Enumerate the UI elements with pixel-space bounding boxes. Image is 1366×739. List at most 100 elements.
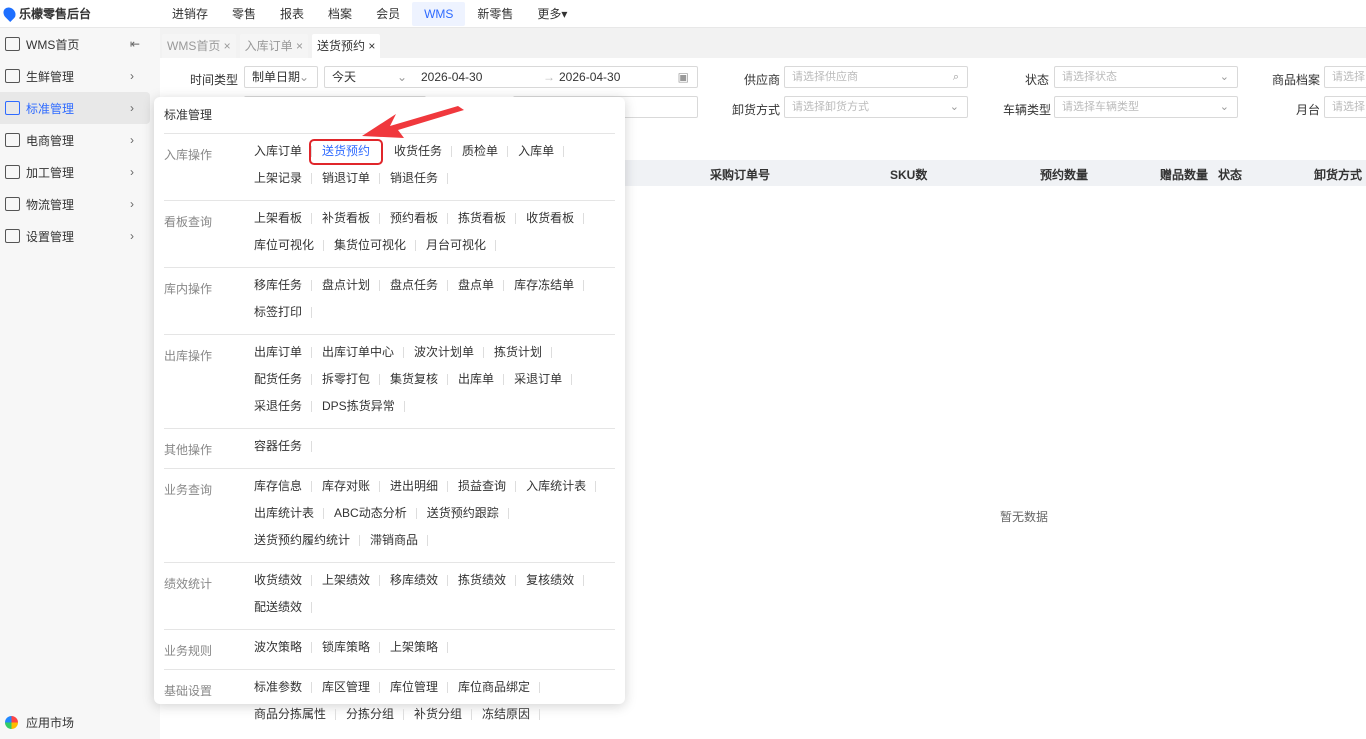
nav-item[interactable]: 更多▾: [525, 2, 579, 26]
menu-item[interactable]: 送货预约履约统计: [244, 531, 361, 558]
menu-item[interactable]: 标签打印: [244, 303, 313, 330]
menu-item[interactable]: 库存信息: [244, 477, 313, 504]
menu-item[interactable]: 月台可视化: [416, 236, 497, 263]
menu-item[interactable]: 配货任务: [244, 370, 313, 397]
menu-item[interactable]: 上架看板: [244, 209, 313, 236]
menu-item[interactable]: 采退任务: [244, 397, 313, 424]
sidebar-item-label: 设置管理: [26, 229, 75, 244]
menu-item[interactable]: 拆零打包: [312, 370, 381, 397]
menu-item[interactable]: 销退任务: [380, 169, 449, 196]
goods-input[interactable]: 请选择: [1324, 66, 1366, 88]
menu-item[interactable]: 库位商品绑定: [448, 678, 541, 705]
supplier-input[interactable]: 请选择供应商 ⌕: [784, 66, 968, 88]
menu-item[interactable]: 分拣分组: [336, 705, 405, 732]
col-sku-count[interactable]: SKU数: [890, 166, 927, 183]
menu-item[interactable]: 商品分拣属性: [244, 705, 337, 732]
page-tabs: WMS首页 × 入库订单 × 送货预约 ×: [160, 28, 1366, 58]
menu-item[interactable]: 出库订单: [244, 343, 313, 370]
menu-item[interactable]: 进出明细: [380, 477, 449, 504]
menu-item[interactable]: 库位可视化: [244, 236, 325, 263]
menu-item[interactable]: 收货任务: [384, 142, 453, 169]
sidebar-item[interactable]: 生鲜管理 ›: [0, 60, 160, 92]
menu-item[interactable]: 库存冻结单: [504, 276, 585, 303]
sidebar-item[interactable]: WMS首页 ⇤: [0, 28, 160, 60]
date-range-picker[interactable]: 今天 ⌄ 2026-04-30 → 2026-04-30 ▣: [324, 66, 698, 88]
status-select[interactable]: 请选择状态 ⌄: [1054, 66, 1238, 88]
chevron-down-icon: ⌄: [298, 70, 309, 84]
menu-item[interactable]: 补货分组: [404, 705, 473, 732]
menu-item[interactable]: 出库订单中心: [312, 343, 405, 370]
menu-item[interactable]: 补货看板: [312, 209, 381, 236]
menu-item[interactable]: 波次策略: [244, 638, 313, 665]
menu-item[interactable]: 滞销商品: [360, 531, 429, 558]
menu-item[interactable]: 配送绩效: [244, 598, 313, 625]
menu-item[interactable]: 送货预约: [309, 139, 384, 165]
menu-item[interactable]: DPS拣货异常: [312, 397, 405, 424]
menu-item[interactable]: 出库统计表: [244, 504, 325, 531]
page-tab[interactable]: 入库订单 ×: [239, 34, 309, 58]
sidebar-item[interactable]: 标准管理 ›: [0, 92, 150, 124]
unload-select[interactable]: 请选择卸货方式 ⌄: [784, 96, 968, 118]
collapse-icon[interactable]: ⇤: [130, 37, 140, 51]
menu-item[interactable]: 库存对账: [312, 477, 381, 504]
menu-item[interactable]: 拣货绩效: [448, 571, 517, 598]
menu-item[interactable]: 盘点任务: [380, 276, 449, 303]
menu-item[interactable]: 出库单: [448, 370, 505, 397]
menu-item[interactable]: 销退订单: [312, 169, 381, 196]
menu-item[interactable]: 损益查询: [448, 477, 517, 504]
menu-item[interactable]: 质检单: [452, 142, 509, 169]
menu-item[interactable]: 上架绩效: [312, 571, 381, 598]
vehicle-select[interactable]: 请选择车辆类型 ⌄: [1054, 96, 1238, 118]
sidebar-item-label: 加工管理: [26, 165, 75, 180]
app-market[interactable]: 应用市场: [5, 714, 74, 731]
menu-item[interactable]: 上架策略: [380, 638, 449, 665]
menu-item[interactable]: 入库统计表: [516, 477, 597, 504]
menu-item[interactable]: 入库订单: [244, 142, 313, 169]
page-tab[interactable]: WMS首页 ×: [162, 34, 236, 58]
menu-item[interactable]: 集货复核: [380, 370, 449, 397]
menu-item[interactable]: 库位管理: [380, 678, 449, 705]
nav-item[interactable]: 会员: [364, 2, 412, 26]
sidebar-item[interactable]: 物流管理 ›: [0, 188, 160, 220]
chevron-right-icon: ›: [130, 165, 134, 179]
menu-item[interactable]: 送货预约跟踪: [417, 504, 509, 531]
sidebar-item[interactable]: 电商管理 ›: [0, 124, 160, 156]
menu-item[interactable]: 预约看板: [380, 209, 449, 236]
nav-item[interactable]: 零售: [220, 2, 268, 26]
menu-item[interactable]: 容器任务: [244, 437, 313, 464]
col-gift-qty[interactable]: 赠品数量: [1160, 166, 1208, 183]
col-po-number[interactable]: 采购订单号: [710, 166, 770, 183]
menu-item[interactable]: 上架记录: [244, 169, 313, 196]
dock-select[interactable]: 请选择: [1324, 96, 1366, 118]
nav-item[interactable]: 报表: [268, 2, 316, 26]
menu-item[interactable]: 收货绩效: [244, 571, 313, 598]
menu-item[interactable]: 拣货计划: [484, 343, 553, 370]
menu-item[interactable]: 复核绩效: [516, 571, 585, 598]
menu-item[interactable]: 移库任务: [244, 276, 313, 303]
col-status[interactable]: 状态: [1218, 166, 1242, 183]
nav-item[interactable]: 新零售: [465, 2, 525, 26]
menu-item[interactable]: 移库绩效: [380, 571, 449, 598]
menu-item[interactable]: 采退订单: [504, 370, 573, 397]
sidebar-item[interactable]: 加工管理 ›: [0, 156, 160, 188]
sidebar-item[interactable]: 设置管理 ›: [0, 220, 160, 252]
page-tab[interactable]: 送货预约 ×: [312, 34, 381, 58]
menu-item[interactable]: 冻结原因: [472, 705, 541, 732]
menu-item[interactable]: 库区管理: [312, 678, 381, 705]
menu-item[interactable]: 盘点单: [448, 276, 505, 303]
nav-item[interactable]: 进销存: [160, 2, 220, 26]
menu-item[interactable]: ABC动态分析: [324, 504, 417, 531]
col-reserve-qty[interactable]: 预约数量: [1040, 166, 1088, 183]
menu-item[interactable]: 拣货看板: [448, 209, 517, 236]
menu-item[interactable]: 收货看板: [516, 209, 585, 236]
nav-item[interactable]: 档案: [316, 2, 364, 26]
menu-item[interactable]: 波次计划单: [404, 343, 485, 370]
col-unload[interactable]: 卸货方式: [1314, 166, 1362, 183]
menu-item[interactable]: 标准参数: [244, 678, 313, 705]
menu-item[interactable]: 入库单: [508, 142, 565, 169]
menu-item[interactable]: 锁库策略: [312, 638, 381, 665]
menu-item[interactable]: 盘点计划: [312, 276, 381, 303]
time-type-select[interactable]: 制单日期 ⌄: [244, 66, 318, 88]
menu-item[interactable]: 集货位可视化: [324, 236, 417, 263]
nav-item[interactable]: WMS: [412, 1, 466, 26]
